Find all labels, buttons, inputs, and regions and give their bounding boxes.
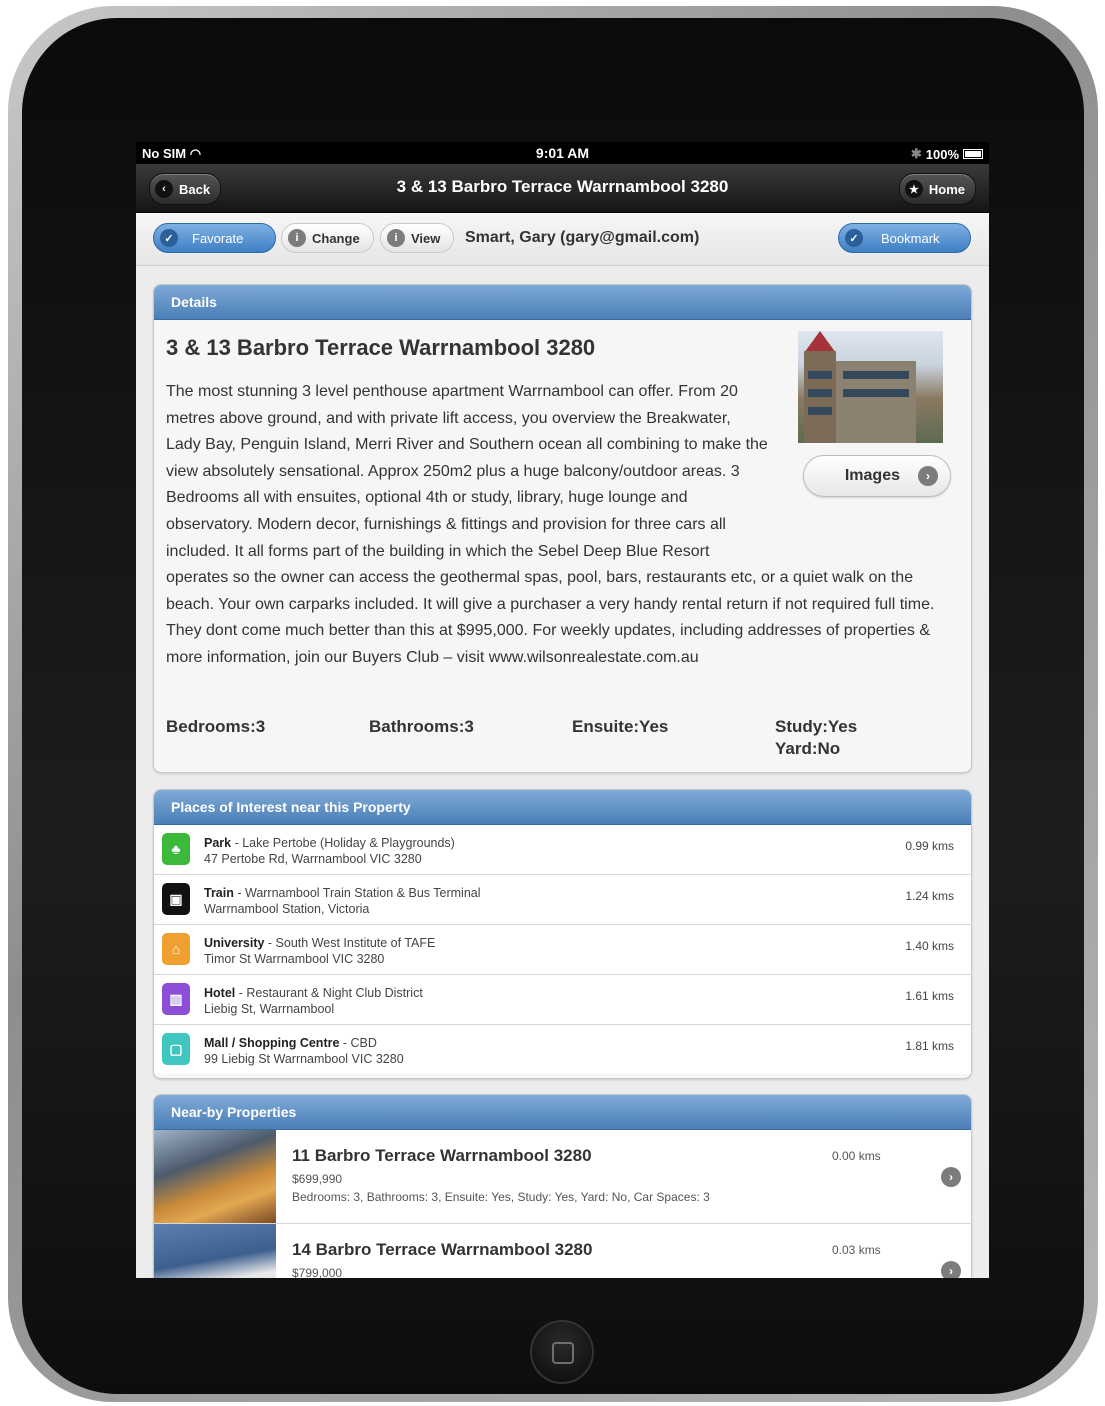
place-distance: 1.81 kms (905, 1039, 954, 1053)
place-category: Park (204, 836, 232, 850)
places-list: ♣ Park - Lake Pertobe (Holiday & Playgro… (154, 825, 971, 1074)
photo-window (808, 371, 832, 379)
app-screen: No SIM ◠ 9:01 AM ✱ 100% ‹ Back 3 & 13 Ba… (136, 142, 989, 1278)
check-icon: ✓ (160, 229, 178, 247)
place-category: University (204, 936, 265, 950)
shopping-bag-icon: ▢ (162, 1033, 190, 1065)
property-description: The most stunning 3 level penthouse apar… (166, 379, 958, 672)
tree-icon: ♣ (162, 833, 190, 865)
nearby-property-price: $799,000 (292, 1266, 343, 1278)
photo-spacer (793, 379, 958, 559)
nearby-property-price: $699,990 (292, 1172, 343, 1186)
places-panel: Places of Interest near this Property ♣ … (153, 789, 972, 1079)
place-distance: 0.99 kms (905, 839, 954, 853)
nearby-property-row[interactable]: 14 Barbro Terrace Warrnambool 3280 $799,… (154, 1224, 971, 1278)
info-icon: i (387, 229, 405, 247)
yard-fact: Yard:No (775, 739, 841, 758)
nearby-property-photo (154, 1224, 276, 1278)
place-category: Mall / Shopping Centre (204, 1036, 340, 1050)
place-category: Hotel (204, 986, 236, 1000)
photo-roof (804, 331, 836, 353)
place-name: - CBD (339, 1036, 377, 1050)
place-distance: 1.24 kms (905, 889, 954, 903)
place-address: Warrnambool Station, Victoria (204, 902, 370, 916)
nearby-property-distance: 0.00 kms (832, 1149, 881, 1163)
place-name: - Restaurant & Night Club District (235, 986, 423, 1000)
hotel-icon: ▥ (162, 983, 190, 1015)
home-square-icon (552, 1342, 574, 1364)
bluetooth-icon: ✱ (910, 146, 922, 161)
star-icon: ★ (904, 180, 923, 198)
nearby-property-features: Bedrooms: 3, Bathrooms: 3, Ensuite: Yes,… (292, 1190, 710, 1204)
photo-window (843, 371, 909, 379)
place-row-park[interactable]: ♣ Park - Lake Pertobe (Holiday & Playgro… (154, 825, 971, 875)
nearby-property-title: 11 Barbro Terrace Warrnambool 3280 (292, 1146, 592, 1165)
place-address: Timor St Warrnambool VIC 3280 (204, 952, 385, 966)
train-icon: ▣ (162, 883, 190, 915)
clock: 9:01 AM (535, 145, 590, 161)
bedrooms-fact: Bedrooms:3 (166, 717, 266, 736)
check-icon: ✓ (845, 229, 863, 247)
details-panel: Details 3 & 13 Barbro Terrace Warrnamboo… (153, 284, 972, 773)
device-home-button[interactable] (530, 1320, 594, 1384)
place-category: Train (204, 886, 234, 900)
action-toolbar: ✓ Favorate i Change i View Smart, Gary (… (136, 213, 989, 266)
place-name: - Warrnambool Train Station & Bus Termin… (233, 886, 481, 900)
view-button[interactable]: i View (380, 223, 454, 253)
home-button[interactable]: ★ Home (898, 173, 976, 205)
bookmark-button[interactable]: ✓ Bookmark (838, 223, 971, 253)
place-distance: 1.61 kms (905, 989, 954, 1003)
place-row-university[interactable]: ⌂ University - South West Institute of T… (154, 925, 971, 975)
nearby-header: Near-by Properties (154, 1095, 971, 1130)
place-address: 47 Pertobe Rd, Warrnambool VIC 3280 (204, 852, 422, 866)
nearby-panel: Near-by Properties 11 Barbro Terrace War… (153, 1094, 972, 1278)
status-bar: No SIM ◠ 9:01 AM ✱ 100% (136, 142, 989, 164)
place-name: - South West Institute of TAFE (264, 936, 436, 950)
user-label: Smart, Gary (gary@gmail.com) (465, 229, 700, 246)
nearby-property-row[interactable]: 11 Barbro Terrace Warrnambool 3280 $699,… (154, 1130, 971, 1224)
place-address: Liebig St, Warrnambool (204, 1002, 335, 1016)
nearby-property-photo (154, 1130, 276, 1223)
page-title: 3 & 13 Barbro Terrace Warrnambool 3280 (396, 177, 729, 196)
battery-status: ✱ 100% (911, 146, 983, 162)
nearby-property-distance: 0.03 kms (832, 1243, 881, 1257)
property-title: 3 & 13 Barbro Terrace Warrnambool 3280 (166, 335, 596, 360)
place-row-mall[interactable]: ▢ Mall / Shopping Centre - CBD 99 Liebig … (154, 1025, 971, 1074)
chevron-right-icon: › (941, 1167, 961, 1187)
battery-icon (963, 149, 983, 159)
place-name: - Lake Pertobe (Holiday & Playgrounds) (231, 836, 455, 850)
ensuite-fact: Ensuite:Yes (572, 717, 669, 736)
nearby-property-title: 14 Barbro Terrace Warrnambool 3280 (292, 1240, 593, 1259)
bathrooms-fact: Bathrooms:3 (369, 717, 474, 736)
chevron-right-icon: › (941, 1261, 961, 1278)
graduation-cap-icon: ⌂ (162, 933, 190, 965)
place-address: 99 Liebig St Warrnambool VIC 3280 (204, 1052, 404, 1066)
info-icon: i (288, 229, 306, 247)
favorite-button[interactable]: ✓ Favorate (153, 223, 276, 253)
change-button[interactable]: i Change (281, 223, 374, 253)
place-distance: 1.40 kms (905, 939, 954, 953)
place-row-train[interactable]: ▣ Train - Warrnambool Train Station & Bu… (154, 875, 971, 925)
place-row-hotel[interactable]: ▥ Hotel - Restaurant & Night Club Distri… (154, 975, 971, 1025)
details-header: Details (154, 285, 971, 320)
study-fact: Study:Yes (775, 717, 858, 736)
places-header: Places of Interest near this Property (154, 790, 971, 825)
navigation-bar: ‹ Back 3 & 13 Barbro Terrace Warrnambool… (136, 164, 989, 213)
